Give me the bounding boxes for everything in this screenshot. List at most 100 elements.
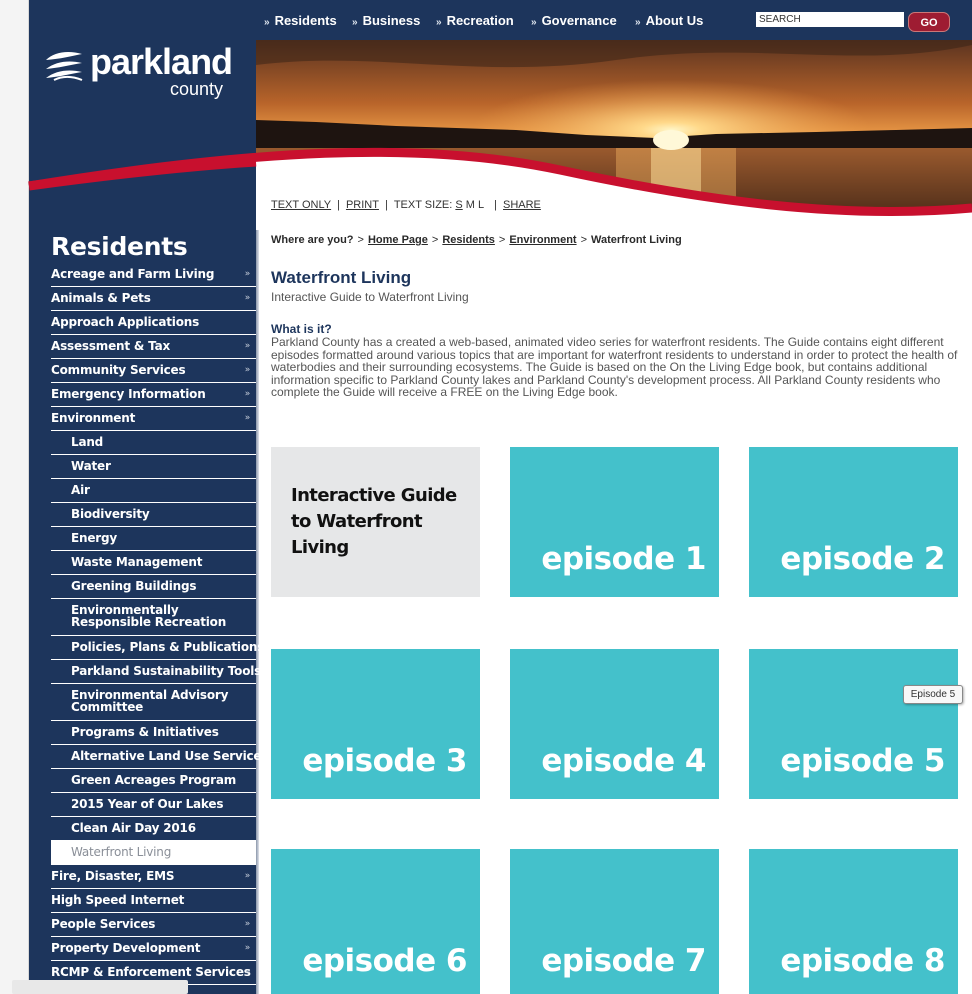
expand-bullet-icon: » [244,413,251,423]
horizontal-scrollbar[interactable] [12,980,188,994]
sidebar-item-energy[interactable]: Energy [51,527,256,551]
header-sunset-photo [256,40,972,220]
text-size-label: TEXT SIZE: [393,199,453,211]
sidebar-item-community[interactable]: Community Services » [51,359,256,383]
sidebar-item-waterfront-living[interactable]: Waterfront Living [51,841,256,865]
sidebar-item-sustainability-tools[interactable]: Parkland Sustainability Tools [51,660,261,684]
page: » Residents » Business » Recreation » Govern… [0,0,972,994]
sidebar-item-label: Environment [51,411,136,425]
nav-arrow-icon: » [635,17,641,28]
episode-label: episode 2 [780,541,945,577]
sidebar-item-year-of-lakes[interactable]: 2015 Year of Our Lakes [51,793,256,817]
nav-arrow-icon: » [436,17,442,28]
episode-label: episode 8 [780,943,945,979]
expand-bullet-icon: » [244,341,251,351]
nav-governance-label: Governance [541,13,617,28]
sidebar-item-label: Green Acreages Program [71,773,237,787]
sidebar-item-label: Property Development [51,941,201,955]
episode-8-tile[interactable]: episode 8 [749,849,958,994]
utility-separator: | [337,199,340,211]
guide-intro-tile: Interactive Guide to Waterfront Living [271,447,480,597]
nav-residents-label: Residents [274,13,337,28]
episode-3-tile[interactable]: episode 3 [271,649,480,799]
episode-label: episode 4 [541,743,706,779]
sidebar-item-clean-air-day[interactable]: Clean Air Day 2016 [51,817,256,841]
sidebar-item-fire[interactable]: Fire, Disaster, EMS » [51,865,256,889]
sidebar-item-programs[interactable]: Programs & Initiatives [51,721,256,745]
sidebar-item-label: Emergency Information [51,387,206,401]
sidebar-item-label: Acreage and Farm Living [51,267,215,281]
text-size-medium-link[interactable]: M [466,199,475,211]
nav-recreation[interactable]: » Recreation [436,13,514,28]
text-size-large-link[interactable]: L [478,199,484,211]
left-gutter [0,0,28,994]
sidebar-item-advisory-committee[interactable]: Environmental Advisory Committee [51,684,256,721]
text-only-link[interactable]: TEXT ONLY [271,199,331,211]
text-size-small-link[interactable]: S [455,199,462,211]
sidebar-item-air[interactable]: Air [51,479,256,503]
episode-label: episode 6 [302,943,467,979]
breadcrumb-home-link[interactable]: Home Page [368,234,428,246]
expand-bullet-icon: » [244,919,251,929]
nav-arrow-icon: » [531,17,537,28]
nav-recreation-label: Recreation [446,13,514,28]
sidebar-item-approach[interactable]: Approach Applications [51,311,256,335]
sidebar-item-property-development[interactable]: Property Development » [51,937,256,961]
sidebar-item-responsible-recreation[interactable]: Environmentally Responsible Recreation [51,599,256,636]
breadcrumb-residents-link[interactable]: Residents [442,234,495,246]
episode-5-tile[interactable]: episode 5 [749,649,958,799]
share-link[interactable]: SHARE [503,199,541,211]
nav-arrow-icon: » [352,17,358,28]
sidebar-nav: Acreage and Farm Living » Animals & Pets »… [51,263,269,985]
nav-business-label: Business [362,13,421,28]
sidebar-item-green-acreages[interactable]: Green Acreages Program [51,769,256,793]
breadcrumb-current: Waterfront Living [591,234,682,246]
nav-business[interactable]: » Business [352,13,420,28]
sidebar-item-animals[interactable]: Animals & Pets » [51,287,256,311]
sidebar-item-assessment[interactable]: Assessment & Tax » [51,335,256,359]
nav-about-us[interactable]: » About Us [635,13,703,28]
search-go-button[interactable]: GO [908,12,950,32]
sidebar-item-label: Biodiversity [71,507,150,521]
sidebar-item-label: Environmentally Responsible Recreation [71,603,227,629]
episode-1-tile[interactable]: episode 1 [510,447,719,597]
episode-2-tile[interactable]: episode 2 [749,447,958,597]
sidebar-item-greening[interactable]: Greening Buildings [51,575,256,599]
episode-7-tile[interactable]: episode 7 [510,849,719,994]
episode-5-tooltip: Episode 5 [903,685,963,704]
sidebar-item-acreage[interactable]: Acreage and Farm Living » [51,263,256,287]
sidebar-item-label: Policies, Plans & Publications [71,640,265,654]
expand-bullet-icon: » [244,293,251,303]
sidebar-item-emergency[interactable]: Emergency Information » [51,383,256,407]
nav-governance[interactable]: » Governance [531,13,617,28]
breadcrumb-separator: > [580,234,588,246]
nav-about-us-label: About Us [645,13,704,28]
sidebar-item-label: Energy [71,531,118,545]
sidebar-shadow [256,215,259,994]
logo-leaf-icon [46,52,83,81]
page-subtitle: Interactive Guide to Waterfront Living [271,290,469,304]
search-input[interactable] [756,12,904,27]
sidebar-item-water[interactable]: Water [51,455,256,479]
sidebar-item-internet[interactable]: High Speed Internet [51,889,256,913]
sidebar-item-label: Parkland Sustainability Tools [71,664,262,678]
sidebar-item-land[interactable]: Land [51,431,256,455]
episode-label: episode 3 [302,743,467,779]
utility-separator: | [384,199,388,211]
expand-bullet-icon: » [244,943,251,953]
sidebar-item-land-use[interactable]: Alternative Land Use Services [51,745,269,769]
breadcrumb-separator: > [498,234,506,246]
breadcrumb-environment-link[interactable]: Environment [509,234,576,246]
sidebar-item-label: High Speed Internet [51,893,185,907]
sidebar-item-environment[interactable]: Environment » [51,407,256,431]
sidebar-item-people-services[interactable]: People Services » [51,913,256,937]
sidebar-item-waste[interactable]: Waste Management [51,551,256,575]
episode-4-tile[interactable]: episode 4 [510,649,719,799]
print-link[interactable]: PRINT [346,199,379,211]
what-is-it-body: Parkland County has a created a web-base… [271,335,958,400]
sidebar-item-policies[interactable]: Policies, Plans & Publications [51,636,264,660]
nav-residents[interactable]: » Residents [264,13,337,28]
sidebar-item-label: Waste Management [71,555,203,569]
sidebar-item-biodiversity[interactable]: Biodiversity [51,503,256,527]
episode-6-tile[interactable]: episode 6 [271,849,480,994]
